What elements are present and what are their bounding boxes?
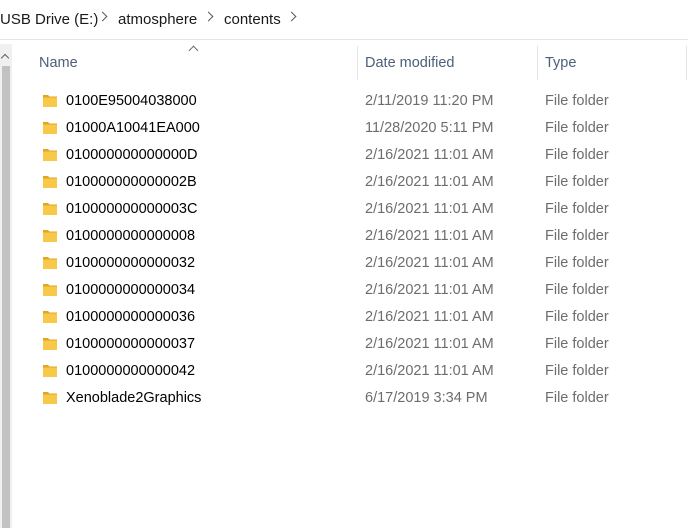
file-name: 010000000000002B [66,174,197,190]
file-type: File folder [545,363,609,379]
file-row[interactable]: 0100000000000034 2/16/2021 11:01 AM File f… [12,277,688,304]
file-type: File folder [545,309,609,325]
chevron-right-icon[interactable] [97,11,108,22]
column-divider[interactable] [686,46,687,80]
folder-icon [43,364,57,378]
column-header-date-modified[interactable]: Date modified [365,46,454,80]
column-header-name[interactable]: Name [39,46,78,80]
file-name: 01000A10041EA000 [66,120,200,136]
chevron-right-icon[interactable] [286,11,297,22]
file-name: 0100000000000036 [66,309,196,325]
folder-icon [43,148,57,162]
file-name: 0100000000000008 [66,228,196,244]
folder-icon [43,256,57,270]
file-name: 010000000000003C [66,201,198,217]
column-divider[interactable] [537,46,538,80]
file-row[interactable]: 010000000000002B 2/16/2021 11:01 AM File f… [12,169,688,196]
file-explorer-window: USB Drive (E:) atmosphere contents Name … [0,0,688,528]
file-type: File folder [545,120,609,136]
file-type: File folder [545,93,609,109]
file-type: File folder [545,390,609,406]
file-date-modified: 2/16/2021 11:01 AM [365,309,494,325]
chevron-right-icon[interactable] [203,11,214,22]
folder-icon [43,94,57,108]
file-type: File folder [545,147,609,163]
file-type: File folder [545,282,609,298]
folder-icon [43,337,57,351]
file-name: 0100000000000034 [66,282,196,298]
navigation-pane-scrollbar[interactable] [0,44,12,528]
address-bar[interactable]: USB Drive (E:) atmosphere contents [0,0,688,40]
file-name: 0100000000000042 [66,363,196,379]
file-row[interactable]: 0100000000000037 2/16/2021 11:01 AM File f… [12,331,688,358]
scrollbar-thumb[interactable] [2,66,10,528]
folder-icon [43,175,57,189]
file-date-modified: 11/28/2020 5:11 PM [365,120,494,136]
file-type: File folder [545,336,609,352]
file-name: Xenoblade2Graphics [66,390,202,406]
column-divider[interactable] [357,46,358,80]
file-row[interactable]: 0100000000000042 2/16/2021 11:01 AM File f… [12,358,688,385]
file-type: File folder [545,255,609,271]
column-header-type[interactable]: Type [545,46,576,80]
file-date-modified: 2/16/2021 11:01 AM [365,363,494,379]
file-list: 0100E95004038000 2/11/2019 11:20 PM File f… [12,88,688,412]
folder-icon [43,310,57,324]
file-date-modified: 2/16/2021 11:01 AM [365,282,494,298]
breadcrumb-item-contents[interactable]: contents [224,11,281,29]
file-name: 0100000000000037 [66,336,196,352]
folder-icon [43,121,57,135]
file-date-modified: 2/16/2021 11:01 AM [365,174,494,190]
sort-ascending-icon [188,45,199,56]
file-name: 0100000000000032 [66,255,196,271]
file-type: File folder [545,174,609,190]
file-row[interactable]: 0100E95004038000 2/11/2019 11:20 PM File f… [12,88,688,115]
file-row[interactable]: 01000A10041EA000 11/28/2020 5:11 PM File f… [12,115,688,142]
file-row[interactable]: 0100000000000008 2/16/2021 11:01 AM File f… [12,223,688,250]
folder-icon [43,283,57,297]
file-row[interactable]: 010000000000000D 2/16/2021 11:01 AM File f… [12,142,688,169]
file-type: File folder [545,201,609,217]
file-date-modified: 6/17/2019 3:34 PM [365,390,488,406]
file-name: 0100E95004038000 [66,93,197,109]
file-type: File folder [545,228,609,244]
file-date-modified: 2/11/2019 11:20 PM [365,93,494,109]
file-row[interactable]: 010000000000003C 2/16/2021 11:01 AM File f… [12,196,688,223]
file-date-modified: 2/16/2021 11:01 AM [365,336,494,352]
folder-icon [43,391,57,405]
breadcrumb-item-atmosphere[interactable]: atmosphere [118,11,197,29]
file-name: 010000000000000D [66,147,198,163]
file-date-modified: 2/16/2021 11:01 AM [365,147,494,163]
folder-icon [43,202,57,216]
file-row[interactable]: 0100000000000036 2/16/2021 11:01 AM File f… [12,304,688,331]
chevron-up-icon[interactable] [0,53,10,63]
file-row[interactable]: Xenoblade2Graphics 6/17/2019 3:34 PM File … [12,385,688,412]
file-date-modified: 2/16/2021 11:01 AM [365,201,494,217]
breadcrumb-item-drive[interactable]: USB Drive (E:) [0,11,98,29]
file-date-modified: 2/16/2021 11:01 AM [365,255,494,271]
file-date-modified: 2/16/2021 11:01 AM [365,228,494,244]
file-row[interactable]: 0100000000000032 2/16/2021 11:01 AM File f… [12,250,688,277]
folder-icon [43,229,57,243]
